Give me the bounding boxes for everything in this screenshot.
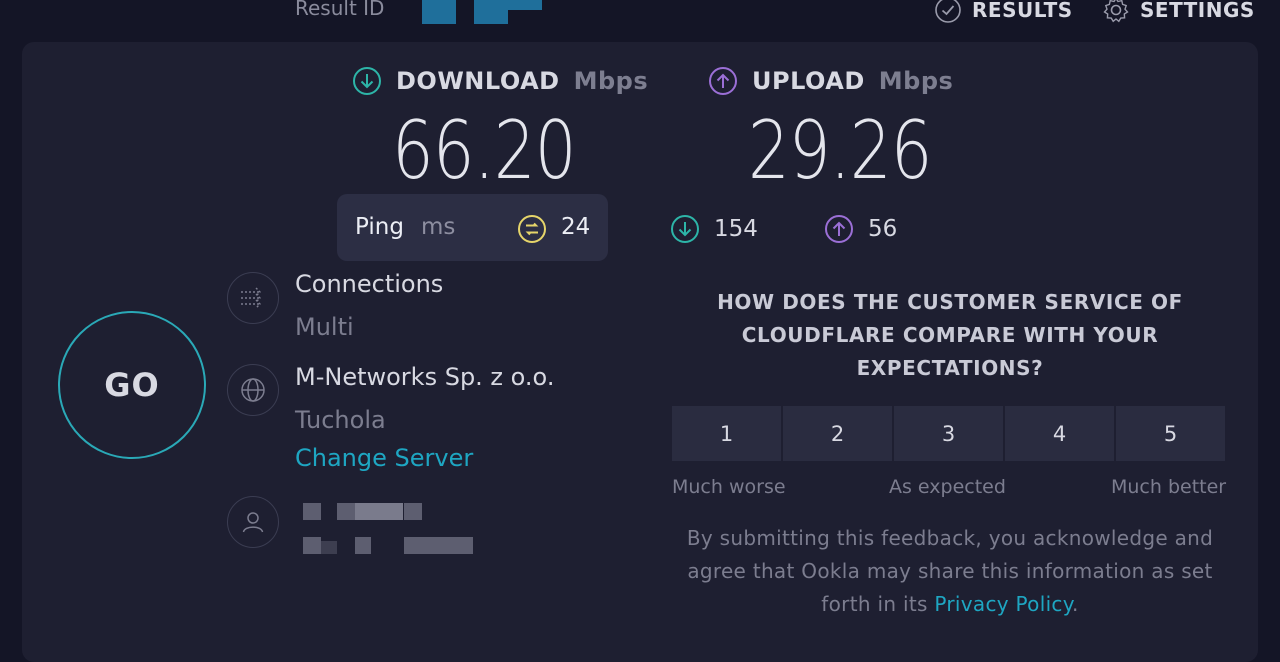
privacy-policy-link[interactable]: Privacy Policy	[934, 592, 1072, 616]
ping-icon	[518, 215, 546, 243]
server-provider: M-Networks Sp. z o.o.	[295, 363, 555, 391]
user-icon	[227, 496, 279, 548]
rating-scale: 1 2 3 4 5	[672, 406, 1225, 461]
arrow-up-circle-icon	[709, 67, 737, 95]
rating-option-2[interactable]: 2	[783, 406, 892, 461]
arrow-down-circle-icon	[671, 215, 699, 243]
result-id-value-redacted	[422, 0, 542, 26]
scale-low-label: Much worse	[672, 476, 786, 498]
upload-latency: 56	[824, 214, 897, 244]
rating-option-1[interactable]: 1	[672, 406, 781, 461]
arrow-down-circle-icon	[353, 67, 381, 95]
download-latency: 154	[670, 214, 758, 244]
change-server-link[interactable]: Change Server	[295, 444, 473, 472]
rating-option-4[interactable]: 4	[1005, 406, 1114, 461]
download-value: 66.20	[392, 104, 577, 197]
ping-value: 24	[561, 214, 591, 240]
ping-label: Ping	[355, 214, 404, 240]
survey-question: HOW DOES THE CUSTOMER SERVICE OF CLOUDFL…	[717, 290, 1183, 380]
download-label: DOWNLOAD	[396, 67, 560, 95]
globe-icon	[227, 364, 279, 416]
server-city: Tuchola	[295, 406, 386, 434]
upload-value: 29.26	[748, 104, 933, 197]
upload-label: UPLOAD	[752, 67, 865, 95]
top-bar: Result ID RESULTS SETTINGS	[0, 0, 1280, 40]
connections-title: Connections	[295, 270, 444, 298]
download-unit: Mbps	[573, 67, 649, 95]
gear-icon	[1103, 0, 1129, 23]
rating-option-5[interactable]: 5	[1116, 406, 1225, 461]
arrow-up-circle-icon	[825, 215, 853, 243]
check-circle-icon	[935, 0, 961, 23]
download-latency-value: 154	[714, 216, 758, 242]
legal-disclaimer: By submitting this feedback, you acknowl…	[668, 522, 1232, 621]
ping-unit: ms	[421, 214, 456, 240]
results-label: RESULTS	[972, 0, 1073, 22]
settings-label: SETTINGS	[1140, 0, 1255, 22]
scale-mid-label: As expected	[889, 476, 1006, 498]
go-button[interactable]: GO	[58, 311, 206, 459]
upload-latency-value: 56	[868, 216, 898, 242]
upload-metric: UPLOAD Mbps 29.26	[708, 66, 972, 197]
scale-high-label: Much better	[1111, 476, 1227, 498]
connections-value: Multi	[295, 313, 354, 341]
rating-option-3[interactable]: 3	[894, 406, 1003, 461]
upload-unit: Mbps	[878, 67, 954, 95]
result-id-label: Result ID	[295, 0, 385, 20]
legal-end: .	[1072, 592, 1079, 616]
settings-button[interactable]: SETTINGS	[1102, 0, 1255, 24]
download-metric: DOWNLOAD Mbps 66.20	[352, 66, 648, 197]
connections-icon	[227, 272, 279, 324]
results-button[interactable]: RESULTS	[934, 0, 1073, 24]
ping-box: Ping ms 24	[337, 194, 608, 261]
